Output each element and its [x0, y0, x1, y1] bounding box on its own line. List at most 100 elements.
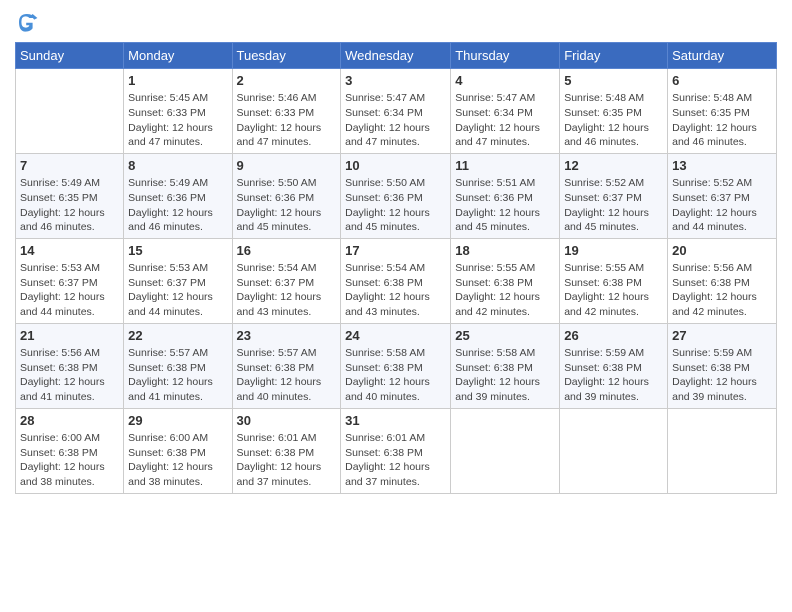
day-number: 8 — [128, 157, 227, 175]
day-info: Sunrise: 5:56 AM Sunset: 6:38 PM Dayligh… — [672, 261, 772, 320]
day-number: 28 — [20, 412, 119, 430]
day-header-saturday: Saturday — [668, 43, 777, 69]
calendar-header-row: SundayMondayTuesdayWednesdayThursdayFrid… — [16, 43, 777, 69]
page: SundayMondayTuesdayWednesdayThursdayFrid… — [0, 0, 792, 612]
calendar-cell: 26Sunrise: 5:59 AM Sunset: 6:38 PM Dayli… — [560, 323, 668, 408]
calendar-cell: 15Sunrise: 5:53 AM Sunset: 6:37 PM Dayli… — [124, 238, 232, 323]
day-number: 7 — [20, 157, 119, 175]
calendar-cell: 21Sunrise: 5:56 AM Sunset: 6:38 PM Dayli… — [16, 323, 124, 408]
day-info: Sunrise: 5:48 AM Sunset: 6:35 PM Dayligh… — [564, 91, 663, 150]
day-number: 12 — [564, 157, 663, 175]
calendar-cell: 9Sunrise: 5:50 AM Sunset: 6:36 PM Daylig… — [232, 153, 341, 238]
day-number: 29 — [128, 412, 227, 430]
day-number: 30 — [237, 412, 337, 430]
day-info: Sunrise: 5:56 AM Sunset: 6:38 PM Dayligh… — [20, 346, 119, 405]
calendar-cell: 10Sunrise: 5:50 AM Sunset: 6:36 PM Dayli… — [341, 153, 451, 238]
day-info: Sunrise: 5:52 AM Sunset: 6:37 PM Dayligh… — [564, 176, 663, 235]
day-header-wednesday: Wednesday — [341, 43, 451, 69]
calendar-week-row: 7Sunrise: 5:49 AM Sunset: 6:35 PM Daylig… — [16, 153, 777, 238]
calendar-cell: 11Sunrise: 5:51 AM Sunset: 6:36 PM Dayli… — [451, 153, 560, 238]
day-info: Sunrise: 5:53 AM Sunset: 6:37 PM Dayligh… — [20, 261, 119, 320]
calendar-cell — [451, 408, 560, 493]
day-number: 23 — [237, 327, 337, 345]
calendar-week-row: 14Sunrise: 5:53 AM Sunset: 6:37 PM Dayli… — [16, 238, 777, 323]
day-info: Sunrise: 5:59 AM Sunset: 6:38 PM Dayligh… — [564, 346, 663, 405]
calendar-cell: 22Sunrise: 5:57 AM Sunset: 6:38 PM Dayli… — [124, 323, 232, 408]
logo-icon — [15, 10, 39, 34]
day-number: 17 — [345, 242, 446, 260]
day-number: 9 — [237, 157, 337, 175]
day-info: Sunrise: 5:57 AM Sunset: 6:38 PM Dayligh… — [237, 346, 337, 405]
day-info: Sunrise: 5:45 AM Sunset: 6:33 PM Dayligh… — [128, 91, 227, 150]
day-number: 6 — [672, 72, 772, 90]
day-info: Sunrise: 5:47 AM Sunset: 6:34 PM Dayligh… — [455, 91, 555, 150]
day-info: Sunrise: 5:58 AM Sunset: 6:38 PM Dayligh… — [345, 346, 446, 405]
day-number: 26 — [564, 327, 663, 345]
calendar-cell: 29Sunrise: 6:00 AM Sunset: 6:38 PM Dayli… — [124, 408, 232, 493]
day-info: Sunrise: 5:55 AM Sunset: 6:38 PM Dayligh… — [564, 261, 663, 320]
calendar-cell: 17Sunrise: 5:54 AM Sunset: 6:38 PM Dayli… — [341, 238, 451, 323]
day-number: 19 — [564, 242, 663, 260]
calendar-week-row: 28 Sunrise: 6:00 AM Sunset: 6:38 PM Dayli… — [16, 408, 777, 493]
calendar-cell: 7Sunrise: 5:49 AM Sunset: 6:35 PM Daylig… — [16, 153, 124, 238]
day-number: 1 — [128, 72, 227, 90]
day-info: Sunrise: 5:48 AM Sunset: 6:35 PM Dayligh… — [672, 91, 772, 150]
calendar-cell: 24Sunrise: 5:58 AM Sunset: 6:38 PM Dayli… — [341, 323, 451, 408]
calendar-cell: 4Sunrise: 5:47 AM Sunset: 6:34 PM Daylig… — [451, 69, 560, 154]
calendar-cell — [16, 69, 124, 154]
day-number: 25 — [455, 327, 555, 345]
day-info: Sunrise: 5:51 AM Sunset: 6:36 PM Dayligh… — [455, 176, 555, 235]
day-number: 14 — [20, 242, 119, 260]
calendar-table: SundayMondayTuesdayWednesdayThursdayFrid… — [15, 42, 777, 494]
calendar-cell: 8Sunrise: 5:49 AM Sunset: 6:36 PM Daylig… — [124, 153, 232, 238]
calendar-cell: 14Sunrise: 5:53 AM Sunset: 6:37 PM Dayli… — [16, 238, 124, 323]
day-info: Sunrise: 5:53 AM Sunset: 6:37 PM Dayligh… — [128, 261, 227, 320]
day-info: Sunrise: 6:00 AM Sunset: 6:38 PM Dayligh… — [128, 431, 227, 490]
day-info: Sunrise: 5:50 AM Sunset: 6:36 PM Dayligh… — [345, 176, 446, 235]
day-info: Sunrise: 5:52 AM Sunset: 6:37 PM Dayligh… — [672, 176, 772, 235]
day-number: 11 — [455, 157, 555, 175]
day-number: 20 — [672, 242, 772, 260]
day-info: Sunrise: 5:57 AM Sunset: 6:38 PM Dayligh… — [128, 346, 227, 405]
day-number: 15 — [128, 242, 227, 260]
calendar-cell: 18Sunrise: 5:55 AM Sunset: 6:38 PM Dayli… — [451, 238, 560, 323]
day-number: 16 — [237, 242, 337, 260]
day-info: Sunrise: 5:49 AM Sunset: 6:35 PM Dayligh… — [20, 176, 119, 235]
calendar-cell: 19Sunrise: 5:55 AM Sunset: 6:38 PM Dayli… — [560, 238, 668, 323]
calendar-cell: 25Sunrise: 5:58 AM Sunset: 6:38 PM Dayli… — [451, 323, 560, 408]
day-info: Sunrise: 5:59 AM Sunset: 6:38 PM Dayligh… — [672, 346, 772, 405]
day-info: Sunrise: 6:01 AM Sunset: 6:38 PM Dayligh… — [237, 431, 337, 490]
calendar-cell — [560, 408, 668, 493]
day-number: 24 — [345, 327, 446, 345]
calendar-cell: 30Sunrise: 6:01 AM Sunset: 6:38 PM Dayli… — [232, 408, 341, 493]
day-header-friday: Friday — [560, 43, 668, 69]
day-info: Sunrise: 5:46 AM Sunset: 6:33 PM Dayligh… — [237, 91, 337, 150]
calendar-cell: 23Sunrise: 5:57 AM Sunset: 6:38 PM Dayli… — [232, 323, 341, 408]
day-number: 21 — [20, 327, 119, 345]
day-number: 13 — [672, 157, 772, 175]
day-info: Sunrise: 5:54 AM Sunset: 6:37 PM Dayligh… — [237, 261, 337, 320]
day-number: 3 — [345, 72, 446, 90]
calendar-cell: 16Sunrise: 5:54 AM Sunset: 6:37 PM Dayli… — [232, 238, 341, 323]
day-info: Sunrise: 5:55 AM Sunset: 6:38 PM Dayligh… — [455, 261, 555, 320]
calendar-week-row: 1Sunrise: 5:45 AM Sunset: 6:33 PM Daylig… — [16, 69, 777, 154]
day-header-thursday: Thursday — [451, 43, 560, 69]
day-number: 27 — [672, 327, 772, 345]
calendar-cell: 6Sunrise: 5:48 AM Sunset: 6:35 PM Daylig… — [668, 69, 777, 154]
day-info: Sunrise: 5:54 AM Sunset: 6:38 PM Dayligh… — [345, 261, 446, 320]
day-info: Sunrise: 5:58 AM Sunset: 6:38 PM Dayligh… — [455, 346, 555, 405]
calendar-cell: 12Sunrise: 5:52 AM Sunset: 6:37 PM Dayli… — [560, 153, 668, 238]
calendar-cell: 13Sunrise: 5:52 AM Sunset: 6:37 PM Dayli… — [668, 153, 777, 238]
day-info: Sunrise: 5:49 AM Sunset: 6:36 PM Dayligh… — [128, 176, 227, 235]
header — [15, 10, 777, 34]
day-header-tuesday: Tuesday — [232, 43, 341, 69]
calendar-cell: 28Sunrise: 6:00 AM Sunset: 6:38 PM Dayli… — [16, 408, 124, 493]
calendar-body: 1Sunrise: 5:45 AM Sunset: 6:33 PM Daylig… — [16, 69, 777, 494]
day-info: Sunrise: 5:47 AM Sunset: 6:34 PM Dayligh… — [345, 91, 446, 150]
calendar-cell: 1Sunrise: 5:45 AM Sunset: 6:33 PM Daylig… — [124, 69, 232, 154]
day-number: 5 — [564, 72, 663, 90]
day-number: 4 — [455, 72, 555, 90]
day-number: 2 — [237, 72, 337, 90]
calendar-cell: 20Sunrise: 5:56 AM Sunset: 6:38 PM Dayli… — [668, 238, 777, 323]
calendar-cell: 31Sunrise: 6:01 AM Sunset: 6:38 PM Dayli… — [341, 408, 451, 493]
